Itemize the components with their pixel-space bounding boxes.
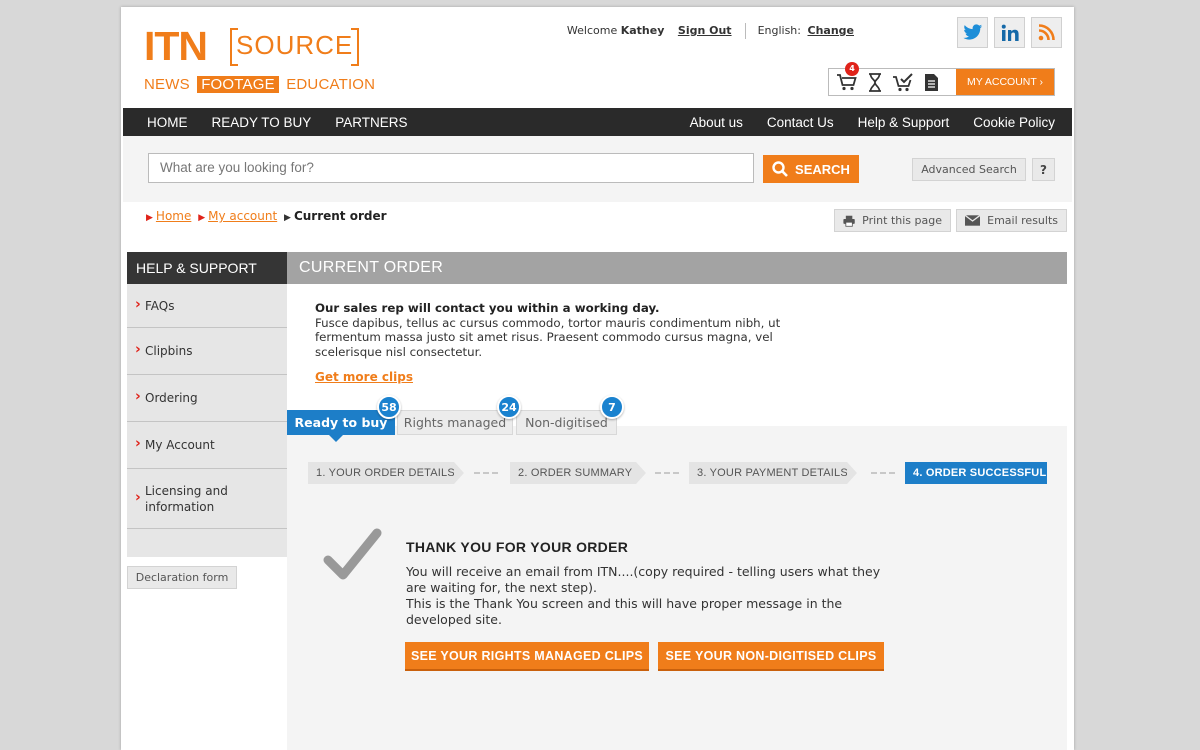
page-title: CURRENT ORDER: [287, 252, 1067, 284]
tab-count-badge: 24: [497, 395, 521, 419]
nav-cookie-policy[interactable]: Cookie Policy: [961, 115, 1067, 130]
tab-label: Non-digitised: [525, 415, 608, 430]
print-button[interactable]: Print this page: [834, 209, 951, 232]
get-more-clips-link[interactable]: Get more clips: [315, 370, 413, 384]
tagline-education: EDUCATION: [286, 76, 376, 93]
logo-itn: ITN: [144, 23, 208, 69]
breadcrumb-arrow-icon: ▶: [284, 213, 291, 223]
sidebar-item-label: FAQs: [145, 298, 175, 313]
nav-contact-us[interactable]: Contact Us: [755, 115, 846, 130]
printer-icon: [843, 215, 855, 227]
step-connector: [474, 472, 498, 474]
sidebar: HELP & SUPPORT FAQs Clipbins Ordering My…: [127, 252, 287, 557]
see-non-digitised-button[interactable]: SEE YOUR NON-DIGITISED CLIPS: [658, 642, 884, 671]
thank-you-title: THANK YOU FOR YOUR ORDER: [406, 539, 629, 555]
main-nav: HOME READY TO BUY PARTNERS About us Cont…: [123, 108, 1072, 136]
step-connector: [871, 472, 895, 474]
social-links: [957, 17, 1062, 48]
tab-label: Ready to buy: [294, 415, 388, 430]
nav-partners[interactable]: PARTNERS: [323, 115, 419, 130]
nav-ready-to-buy[interactable]: READY TO BUY: [200, 115, 324, 130]
thank-you-line-1: You will receive an email from ITN....(c…: [406, 564, 881, 595]
step-order-summary: 2. ORDER SUMMARY: [510, 462, 646, 484]
linkedin-icon[interactable]: [994, 17, 1025, 48]
rss-icon[interactable]: [1031, 17, 1062, 48]
thank-you-message: You will receive an email from ITN....(c…: [406, 564, 896, 628]
step-order-successful: 4. ORDER SUCCESSFUL: [905, 462, 1047, 484]
breadcrumb: ▶ Home ▶ My account ▶ Current order: [143, 209, 387, 223]
sidebar-item-faqs[interactable]: FAQs: [127, 284, 287, 328]
sidebar-item-clipbins[interactable]: Clipbins: [127, 328, 287, 375]
tab-rights-managed[interactable]: Rights managed: [397, 410, 513, 435]
step-order-details: 1. YOUR ORDER DETAILS: [308, 462, 464, 484]
print-label: Print this page: [862, 214, 942, 227]
declaration-form-button[interactable]: Declaration form: [127, 566, 237, 589]
page: ITN SOURCE NEWS FOOTAGE EDUCATION Welcom…: [121, 7, 1074, 750]
hourglass-icon[interactable]: [861, 69, 889, 95]
step-connector: [655, 472, 679, 474]
sidebar-item-label: Licensing and information: [145, 483, 228, 514]
sidebar-item-label: Clipbins: [145, 344, 193, 358]
logo-tagline: NEWS FOOTAGE EDUCATION: [144, 76, 375, 93]
advanced-search-button[interactable]: Advanced Search: [912, 158, 1026, 181]
user-bar: Welcome Kathey Sign Out English: Change: [567, 23, 854, 39]
username: Kathey: [620, 24, 665, 37]
intro-body: Fusce dapibus, tellus ac cursus commodo,…: [315, 315, 781, 359]
divider: [745, 23, 747, 39]
twitter-icon[interactable]: [957, 17, 988, 48]
change-language-link[interactable]: Change: [808, 24, 855, 37]
language-label: English:: [757, 24, 801, 37]
tab-pointer: [329, 435, 343, 442]
see-rights-managed-button[interactable]: SEE YOUR RIGHTS MANAGED CLIPS: [405, 642, 649, 671]
intro-lead: Our sales rep will contact you within a …: [315, 301, 660, 315]
search-button-label: SEARCH: [795, 161, 850, 177]
email-label: Email results: [987, 214, 1058, 227]
email-icon: [965, 215, 981, 226]
sidebar-item-my-account[interactable]: My Account: [127, 422, 287, 469]
search-icon: [772, 161, 788, 177]
sidebar-item-label: My Account: [145, 438, 215, 452]
cart-count-badge: 4: [845, 62, 859, 76]
tab-count-badge: 7: [600, 395, 624, 419]
cart-check-icon[interactable]: [889, 69, 917, 95]
my-account-button[interactable]: MY ACCOUNT ›: [956, 69, 1054, 95]
breadcrumb-current: Current order: [293, 209, 387, 223]
checkmark-icon: [323, 528, 382, 580]
nav-help-support[interactable]: Help & Support: [846, 115, 962, 130]
sidebar-item-licensing[interactable]: Licensing and information: [127, 469, 287, 529]
nav-right: About us Contact Us Help & Support Cooki…: [678, 115, 1072, 130]
tab-count-badge: 58: [377, 395, 401, 419]
help-button[interactable]: ?: [1032, 158, 1055, 181]
breadcrumb-my-account[interactable]: My account: [208, 209, 277, 223]
breadcrumb-arrow-icon: ▶: [146, 213, 153, 223]
document-icon[interactable]: [917, 69, 945, 95]
nav-left: HOME READY TO BUY PARTNERS: [123, 115, 420, 130]
search-button[interactable]: SEARCH: [763, 155, 859, 183]
cart-icon[interactable]: 4: [833, 62, 861, 95]
tab-label: Rights managed: [403, 415, 507, 430]
search-band: What are you looking for? SEARCH Advance…: [123, 136, 1072, 202]
nav-about-us[interactable]: About us: [678, 115, 755, 130]
account-toolbar: 4 MY ACCOUNT ›: [828, 62, 1055, 96]
welcome-text: Welcome: [566, 24, 618, 37]
email-results-button[interactable]: Email results: [956, 209, 1067, 232]
logo-source: SOURCE: [230, 28, 360, 66]
sidebar-title: HELP & SUPPORT: [127, 252, 287, 284]
itn-source-logo[interactable]: ITN SOURCE NEWS FOOTAGE EDUCATION: [144, 23, 375, 96]
tagline-news: NEWS: [144, 76, 190, 93]
tagline-footage: FOOTAGE: [197, 76, 279, 93]
breadcrumb-home[interactable]: Home: [156, 209, 191, 223]
nav-home[interactable]: HOME: [135, 115, 200, 130]
breadcrumb-arrow-icon: ▶: [198, 213, 206, 223]
sidebar-item-label: Ordering: [145, 391, 198, 405]
sidebar-spacer: [127, 529, 287, 557]
thank-you-line-2: This is the Thank You screen and this wi…: [406, 596, 843, 627]
sign-out-link[interactable]: Sign Out: [678, 24, 732, 37]
sidebar-item-ordering[interactable]: Ordering: [127, 375, 287, 422]
step-payment-details: 3. YOUR PAYMENT DETAILS: [689, 462, 857, 484]
intro-text: Our sales rep will contact you within a …: [315, 301, 805, 359]
search-input[interactable]: What are you looking for?: [148, 153, 754, 183]
